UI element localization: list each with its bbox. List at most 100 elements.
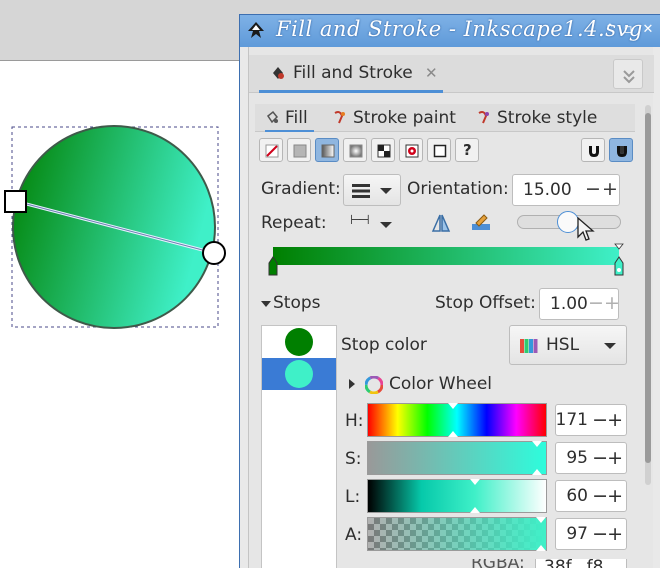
hue-slider-marker[interactable] (447, 403, 458, 409)
repeat-label: Repeat: (261, 213, 327, 233)
gradient-slider[interactable] (517, 211, 621, 233)
lightness-increment-button[interactable]: + (607, 485, 623, 507)
hue-decrement-button[interactable]: − (592, 409, 608, 431)
swatch-button[interactable] (399, 138, 423, 162)
dialog-scrollbar[interactable] (645, 105, 651, 485)
window-title: Fill and Stroke - Inkscape1.4.svg (276, 17, 643, 41)
tab-stroke-paint-label: Stroke paint (353, 108, 456, 128)
color-mode-combo[interactable]: HSL (509, 325, 627, 365)
hue-slider[interactable] (367, 403, 547, 437)
window-titlebar[interactable]: Fill and Stroke - Inkscape1.4.svg ⌃ ▫ ✕ (240, 15, 660, 47)
no-paint-button[interactable] (259, 138, 283, 162)
alpha-slider-marker[interactable] (535, 517, 546, 523)
pattern-button[interactable] (371, 138, 395, 162)
saturation-slider-marker[interactable] (532, 441, 543, 447)
stroke-style-tab-icon (478, 111, 489, 124)
alpha-increment-button[interactable]: + (607, 523, 623, 545)
reverse-gradient-button[interactable] (427, 209, 455, 237)
list-item[interactable] (262, 358, 336, 390)
unset-icon (433, 144, 447, 158)
stop-offset-increment-button[interactable]: + (604, 293, 620, 313)
stop-color-swatch (285, 328, 313, 356)
scrollbar-thumb[interactable] (645, 113, 651, 463)
orientation-increment-button[interactable]: + (602, 179, 618, 199)
saturation-value: 95 (566, 448, 588, 468)
stop-offset-value: 1.00 (550, 294, 588, 314)
gradient-stop-markers[interactable] (265, 243, 629, 279)
stop-marker-end[interactable] (614, 256, 624, 276)
lightness-slider-marker (469, 507, 480, 513)
edit-gradient-button[interactable] (467, 209, 495, 237)
stop-marker-start[interactable] (268, 256, 278, 276)
alpha-slider[interactable] (367, 517, 547, 551)
expander-down-icon (261, 301, 271, 307)
gradient-label: Gradient: (261, 179, 341, 199)
paint-tabs: Fill Stroke paint Stroke style (255, 104, 635, 132)
fill-rule-evenodd-button[interactable] (581, 138, 605, 162)
alpha-decrement-button[interactable]: − (592, 523, 608, 545)
chevron-down-icon (604, 343, 616, 349)
gradient-start-handle[interactable] (4, 190, 27, 213)
tab-fill[interactable]: Fill (265, 104, 314, 132)
tab-stroke-paint[interactable]: Stroke paint (333, 104, 456, 132)
stop-offset-spinbox[interactable]: 1.00 − + (539, 288, 620, 320)
color-mode-label: HSL (546, 335, 580, 355)
pattern-icon (377, 144, 391, 158)
gradient-circle[interactable] (0, 120, 240, 330)
saturation-slider[interactable] (367, 441, 547, 475)
saturation-spinbox[interactable]: 95 − + (555, 442, 627, 474)
lightness-decrement-button[interactable]: − (592, 485, 608, 507)
tab-fill-and-stroke[interactable]: Fill and Stroke ✕ (259, 55, 443, 93)
linear-gradient-icon (321, 144, 335, 158)
tab-close-icon[interactable]: ✕ (425, 64, 438, 82)
orientation-label: Orientation: (407, 179, 509, 199)
alpha-spinbox[interactable]: 97 − + (555, 518, 627, 550)
gradient-library-combo[interactable] (343, 174, 401, 206)
repeat-mode-icon: ⊢⊣ (350, 213, 370, 228)
chevron-down-icon (380, 188, 392, 194)
color-wheel-expander[interactable]: Color Wheel (347, 373, 547, 397)
orientation-spinbox[interactable]: 15.00 − + (512, 174, 620, 206)
unset-paint-button[interactable] (427, 138, 451, 162)
fill-and-stroke-dialog: Fill and Stroke - Inkscape1.4.svg ⌃ ▫ ✕ … (239, 14, 660, 568)
radial-gradient-button[interactable] (343, 138, 367, 162)
bottom-tools-row: RGBA: 38f...f8 (259, 559, 639, 568)
orientation-value: 15.00 (523, 180, 572, 200)
lightness-slider-marker[interactable] (469, 479, 480, 485)
dock-menu-button[interactable] (613, 59, 643, 89)
stops-list[interactable] (261, 325, 337, 568)
stop-offset-label: Stop Offset: (435, 293, 536, 313)
saturation-increment-button[interactable]: + (607, 447, 623, 469)
window-maximize-button[interactable]: ▫ (620, 22, 636, 38)
unknown-paint-button[interactable]: ? (455, 138, 479, 162)
orientation-decrement-button[interactable]: − (585, 179, 601, 199)
radial-gradient-icon (349, 144, 363, 158)
saturation-label: S: (345, 449, 362, 469)
tab-stroke-style-label: Stroke style (497, 108, 598, 128)
fill-rule-nonzero-button[interactable] (609, 138, 633, 162)
color-wheel-label: Color Wheel (389, 374, 493, 394)
canvas-area[interactable] (0, 0, 240, 568)
window-close-button[interactable]: ✕ (640, 22, 656, 38)
window-shade-button[interactable]: ⌃ (602, 22, 618, 38)
edit-gradient-icon (472, 214, 490, 230)
stop-color-label: Stop color (341, 335, 427, 355)
stop-color-swatch (285, 360, 313, 388)
list-item[interactable] (262, 326, 336, 358)
linear-gradient-button[interactable] (315, 138, 339, 162)
tab-stroke-style[interactable]: Stroke style (477, 104, 597, 132)
rgba-field[interactable]: 38f...f8 (535, 559, 627, 568)
hue-spinbox[interactable]: 171 − + (555, 404, 627, 436)
stop-offset-decrement-button[interactable]: − (588, 293, 604, 313)
saturation-slider-marker (532, 469, 543, 475)
hue-slider-marker (447, 431, 458, 437)
saturation-decrement-button[interactable]: − (592, 447, 608, 469)
lightness-slider[interactable] (367, 479, 547, 513)
mouse-cursor-icon (577, 217, 595, 241)
repeat-combo[interactable]: ⊢⊣ (343, 209, 401, 239)
hue-increment-button[interactable]: + (607, 409, 623, 431)
stop-marker-top (614, 243, 624, 250)
lightness-spinbox[interactable]: 60 − + (555, 480, 627, 512)
flat-color-button[interactable] (287, 138, 311, 162)
gradient-end-handle[interactable] (202, 241, 226, 265)
